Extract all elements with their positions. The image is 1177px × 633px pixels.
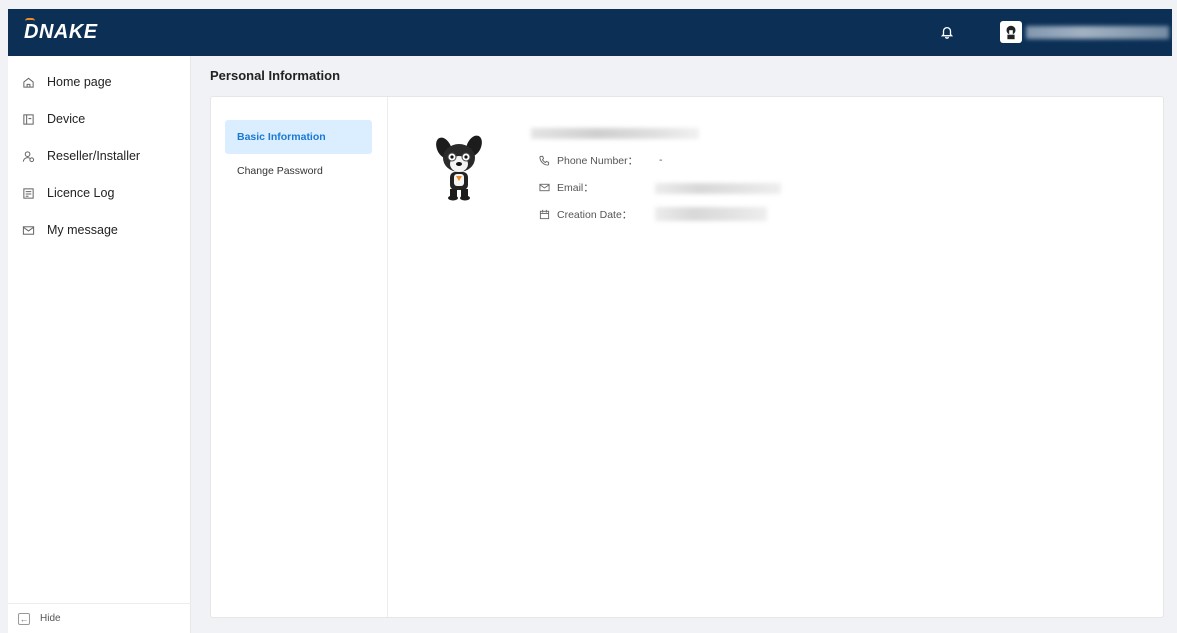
creation-date-label: Creation Date： (557, 208, 633, 221)
device-icon (23, 113, 34, 125)
arrow-left-icon[interactable]: ← (18, 612, 30, 625)
phone-number-label: Phone Number： (557, 154, 639, 167)
email-label: Email： (557, 181, 594, 194)
user-icon (22, 150, 35, 162)
mail-icon (539, 183, 550, 191)
email-value-redacted (655, 183, 781, 194)
user-name-redacted[interactable] (1026, 26, 1169, 39)
sidebar-item-my-message[interactable]: My message (8, 215, 191, 245)
email-row: Email： (539, 179, 594, 195)
logo-text: DNAKE (24, 21, 98, 43)
phone-icon (539, 155, 550, 166)
tab-basic-information[interactable]: Basic Information (225, 120, 372, 154)
hide-sidebar-toggle[interactable]: ← Hide (8, 603, 191, 633)
sidebar-item-label: Licence Log (47, 186, 115, 200)
log-icon (23, 187, 34, 199)
user-avatar[interactable] (1000, 21, 1022, 43)
profile-avatar (436, 135, 482, 201)
hide-label: Hide (40, 613, 61, 624)
content-panel: Basic Information Change Password Phone … (210, 96, 1164, 618)
sidebar-item-label: Reseller/Installer (47, 149, 141, 163)
page-title: Personal Information (210, 68, 341, 83)
mail-icon (22, 225, 35, 235)
sidebar-item-label: My message (47, 223, 118, 237)
logo-accent (25, 18, 35, 21)
calendar-icon (539, 209, 550, 219)
top-bar: DNAKE (8, 9, 1172, 56)
bell-icon[interactable] (938, 23, 956, 41)
sidebar-item-label: Home page (47, 75, 112, 89)
tab-change-password[interactable]: Change Password (225, 154, 372, 188)
sidebar-item-device[interactable]: Device (8, 104, 191, 134)
sidebar-item-label: Device (47, 112, 86, 126)
subnav: Basic Information Change Password (211, 97, 388, 617)
sidebar-item-reseller[interactable]: Reseller/Installer (8, 141, 191, 171)
sidebar: Home page Device Reseller/Installer Lice… (8, 56, 191, 633)
sidebar-item-home[interactable]: Home page (8, 67, 191, 97)
creation-date-row: Creation Date： (539, 206, 632, 222)
logo[interactable]: DNAKE (24, 18, 98, 44)
sidebar-item-licence-log[interactable]: Licence Log (8, 178, 191, 208)
creation-date-value-redacted (655, 207, 767, 221)
home-icon (23, 77, 34, 88)
phone-number-row: Phone Number： (539, 152, 638, 168)
phone-number-value: - (659, 154, 663, 166)
profile-name-redacted (531, 128, 699, 139)
